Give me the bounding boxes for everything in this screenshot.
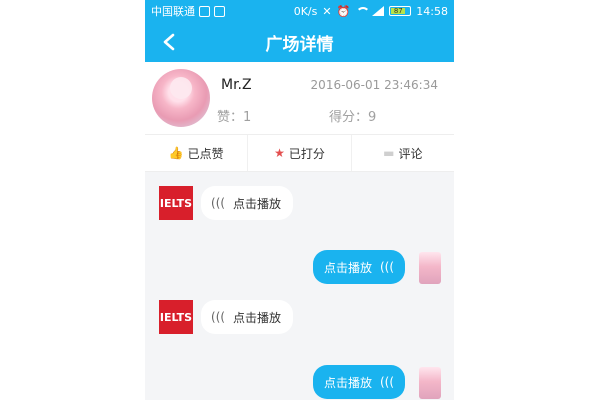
page-title: 广场详情 — [265, 34, 334, 55]
wifi-icon — [355, 6, 371, 16]
voice-message-bubble[interactable]: ))) 点击播放 — [201, 300, 293, 334]
audio-wave-icon: ))) — [211, 310, 226, 324]
battery-icon: 87 — [389, 6, 412, 16]
battery-level: 87 — [391, 8, 406, 15]
user-avatar[interactable] — [419, 252, 441, 284]
avatar[interactable] — [152, 69, 210, 127]
clock: 14:58 — [416, 4, 448, 18]
app-notification-icon — [214, 5, 225, 17]
comment-icon: ▬ — [383, 146, 395, 160]
play-label: 点击播放 — [233, 310, 282, 325]
status-bar: 中国联通 0K/s ✕ ⏰ 87 14:58 — [145, 0, 454, 22]
network-speed: 0K/s — [293, 4, 318, 18]
user-avatar[interactable] — [419, 367, 441, 399]
play-label: 点击播放 — [323, 375, 372, 390]
action-bar: 👍 已点赞 ★ 已打分 ▬ 评论 — [145, 135, 454, 172]
audio-wave-icon: ((( — [379, 375, 395, 389]
audio-wave-icon: ((( — [379, 260, 395, 274]
signal-icon — [372, 6, 385, 16]
star-icon: ★ — [274, 146, 285, 160]
post-header: Mr.Z 2016-06-01 23:46:34 赞：1 得分：9 — [145, 62, 454, 135]
alarm-icon: ⏰ — [336, 4, 351, 18]
comment-button[interactable]: ▬ 评论 — [352, 135, 454, 171]
chat-area: IELTS ))) 点击播放 点击播放 ((( IELTS ))) 点击播放 点… — [145, 172, 454, 400]
comment-label: 评论 — [398, 146, 423, 161]
voice-message-bubble[interactable]: 点击播放 ((( — [313, 365, 405, 399]
back-button[interactable] — [157, 30, 181, 54]
ielts-avatar[interactable]: IELTS — [159, 186, 193, 220]
audio-wave-icon: ))) — [211, 196, 226, 210]
ielts-avatar[interactable]: IELTS — [159, 300, 193, 334]
thumbs-up-icon: 👍 — [168, 146, 184, 160]
mute-icon: ✕ — [322, 4, 332, 18]
likes-count: 赞：1 — [217, 110, 252, 125]
liked-button[interactable]: 👍 已点赞 — [145, 135, 249, 171]
score-count: 得分：9 — [329, 110, 377, 125]
carrier-label: 中国联通 — [151, 5, 195, 18]
play-label: 点击播放 — [233, 196, 282, 211]
rated-label: 已打分 — [288, 146, 325, 161]
voice-message-bubble[interactable]: 点击播放 ((( — [313, 250, 405, 284]
rated-button[interactable]: ★ 已打分 — [248, 135, 352, 171]
play-label: 点击播放 — [323, 260, 372, 275]
liked-label: 已点赞 — [187, 146, 224, 161]
username: Mr.Z — [221, 77, 252, 93]
phone-screen: 中国联通 0K/s ✕ ⏰ 87 14:58 广场详情 Mr.Z 2016-06… — [145, 0, 454, 400]
chevron-left-icon — [163, 33, 175, 51]
voice-message-bubble[interactable]: ))) 点击播放 — [201, 186, 293, 220]
notification-icon — [199, 5, 210, 17]
post-timestamp: 2016-06-01 23:46:34 — [310, 78, 438, 92]
title-bar: 广场详情 — [145, 22, 454, 62]
